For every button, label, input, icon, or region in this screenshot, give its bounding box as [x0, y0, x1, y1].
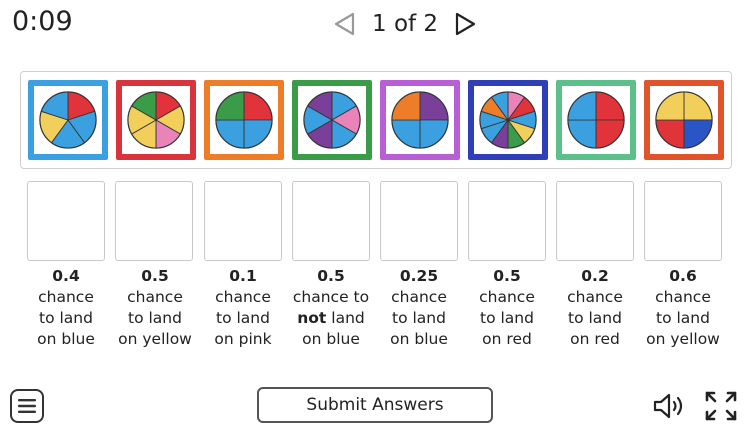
label-line: chance	[391, 288, 447, 306]
spinner-card-5[interactable]	[380, 80, 460, 160]
triangle-right-icon[interactable]	[452, 11, 478, 37]
probability-value: 0.2	[581, 267, 609, 285]
spinner-card-1[interactable]	[28, 80, 108, 160]
probability-label-6: 0.5 chance to land on red	[459, 266, 555, 350]
label-line: to land	[39, 309, 93, 327]
answer-drop-slot-4[interactable]	[292, 181, 370, 261]
probability-label-2: 0.5 chance to land on yellow	[107, 266, 203, 350]
spinner-icon	[215, 91, 273, 149]
triangle-left-icon[interactable]	[332, 11, 358, 37]
probability-value: 0.1	[229, 267, 257, 285]
label-line: on blue	[302, 330, 360, 348]
spinner-card-6[interactable]	[468, 80, 548, 160]
answer-drop-slot-8[interactable]	[644, 181, 722, 261]
label-line: to land	[568, 309, 622, 327]
spinner-card-strip	[20, 71, 732, 169]
label-line: on blue	[390, 330, 448, 348]
page-indicator: 1 of 2	[372, 11, 439, 37]
label-line: on yellow	[118, 330, 192, 348]
answer-drop-slot-6[interactable]	[468, 181, 546, 261]
probability-label-1: 0.4 chance to land on blue	[18, 266, 114, 350]
label-line: to land	[128, 309, 182, 327]
label-line: on yellow	[646, 330, 720, 348]
label-line: chance	[38, 288, 94, 306]
spinner-icon	[479, 91, 537, 149]
label-line: to land	[216, 309, 270, 327]
spinner-icon	[567, 91, 625, 149]
label-line: on blue	[37, 330, 95, 348]
label-line: chance	[479, 288, 535, 306]
label-line-rest: land	[326, 309, 365, 327]
label-line: on red	[570, 330, 620, 348]
spinner-card-3[interactable]	[204, 80, 284, 160]
spinner-icon	[127, 91, 185, 149]
label-line: chance	[655, 288, 711, 306]
answer-drop-slot-3[interactable]	[204, 181, 282, 261]
spinner-icon	[303, 91, 361, 149]
probability-label-8: 0.6 chance to land on yellow	[635, 266, 731, 350]
spinner-icon	[655, 91, 713, 149]
spinner-card-4[interactable]	[292, 80, 372, 160]
probability-value: 0.25	[399, 267, 439, 285]
spinner-icon	[391, 91, 449, 149]
probability-label-7: 0.2 chance to land on red	[547, 266, 643, 350]
hamburger-menu-icon	[18, 399, 36, 413]
fullscreen-icon[interactable]	[704, 390, 738, 422]
probability-label-3: 0.1 chance to land on pink	[195, 266, 291, 350]
spinner-card-8[interactable]	[644, 80, 724, 160]
label-line: chance	[567, 288, 623, 306]
label-line: to land	[480, 309, 534, 327]
spinner-card-2[interactable]	[116, 80, 196, 160]
probability-label-4: 0.5 chance to not land on blue	[283, 266, 379, 350]
speaker-icon[interactable]	[652, 392, 686, 420]
label-line: on pink	[214, 330, 272, 348]
label-line: to land	[656, 309, 710, 327]
probability-value: 0.5	[141, 267, 169, 285]
probability-value: 0.5	[493, 267, 521, 285]
spinner-card-7[interactable]	[556, 80, 636, 160]
probability-value: 0.6	[669, 267, 697, 285]
answer-drop-slot-1[interactable]	[27, 181, 105, 261]
menu-button[interactable]	[10, 389, 44, 423]
spinner-icon	[39, 91, 97, 149]
label-line: chance	[127, 288, 183, 306]
submit-answers-button[interactable]: Submit Answers	[257, 387, 493, 423]
probability-value: 0.5	[317, 267, 345, 285]
label-line: on red	[482, 330, 532, 348]
probability-value: 0.4	[52, 267, 80, 285]
probability-label-5: 0.25 chance to land on blue	[371, 266, 467, 350]
label-line: not land	[283, 308, 379, 329]
label-line: chance to	[292, 288, 370, 306]
answer-drop-slot-7[interactable]	[556, 181, 634, 261]
timer: 0:09	[12, 6, 73, 37]
answer-drop-slot-5[interactable]	[380, 181, 458, 261]
emphasis-not: not	[297, 309, 327, 327]
answer-drop-slot-2[interactable]	[115, 181, 193, 261]
pagination: 1 of 2	[332, 8, 478, 40]
label-line: to land	[392, 309, 446, 327]
label-line: chance	[215, 288, 271, 306]
